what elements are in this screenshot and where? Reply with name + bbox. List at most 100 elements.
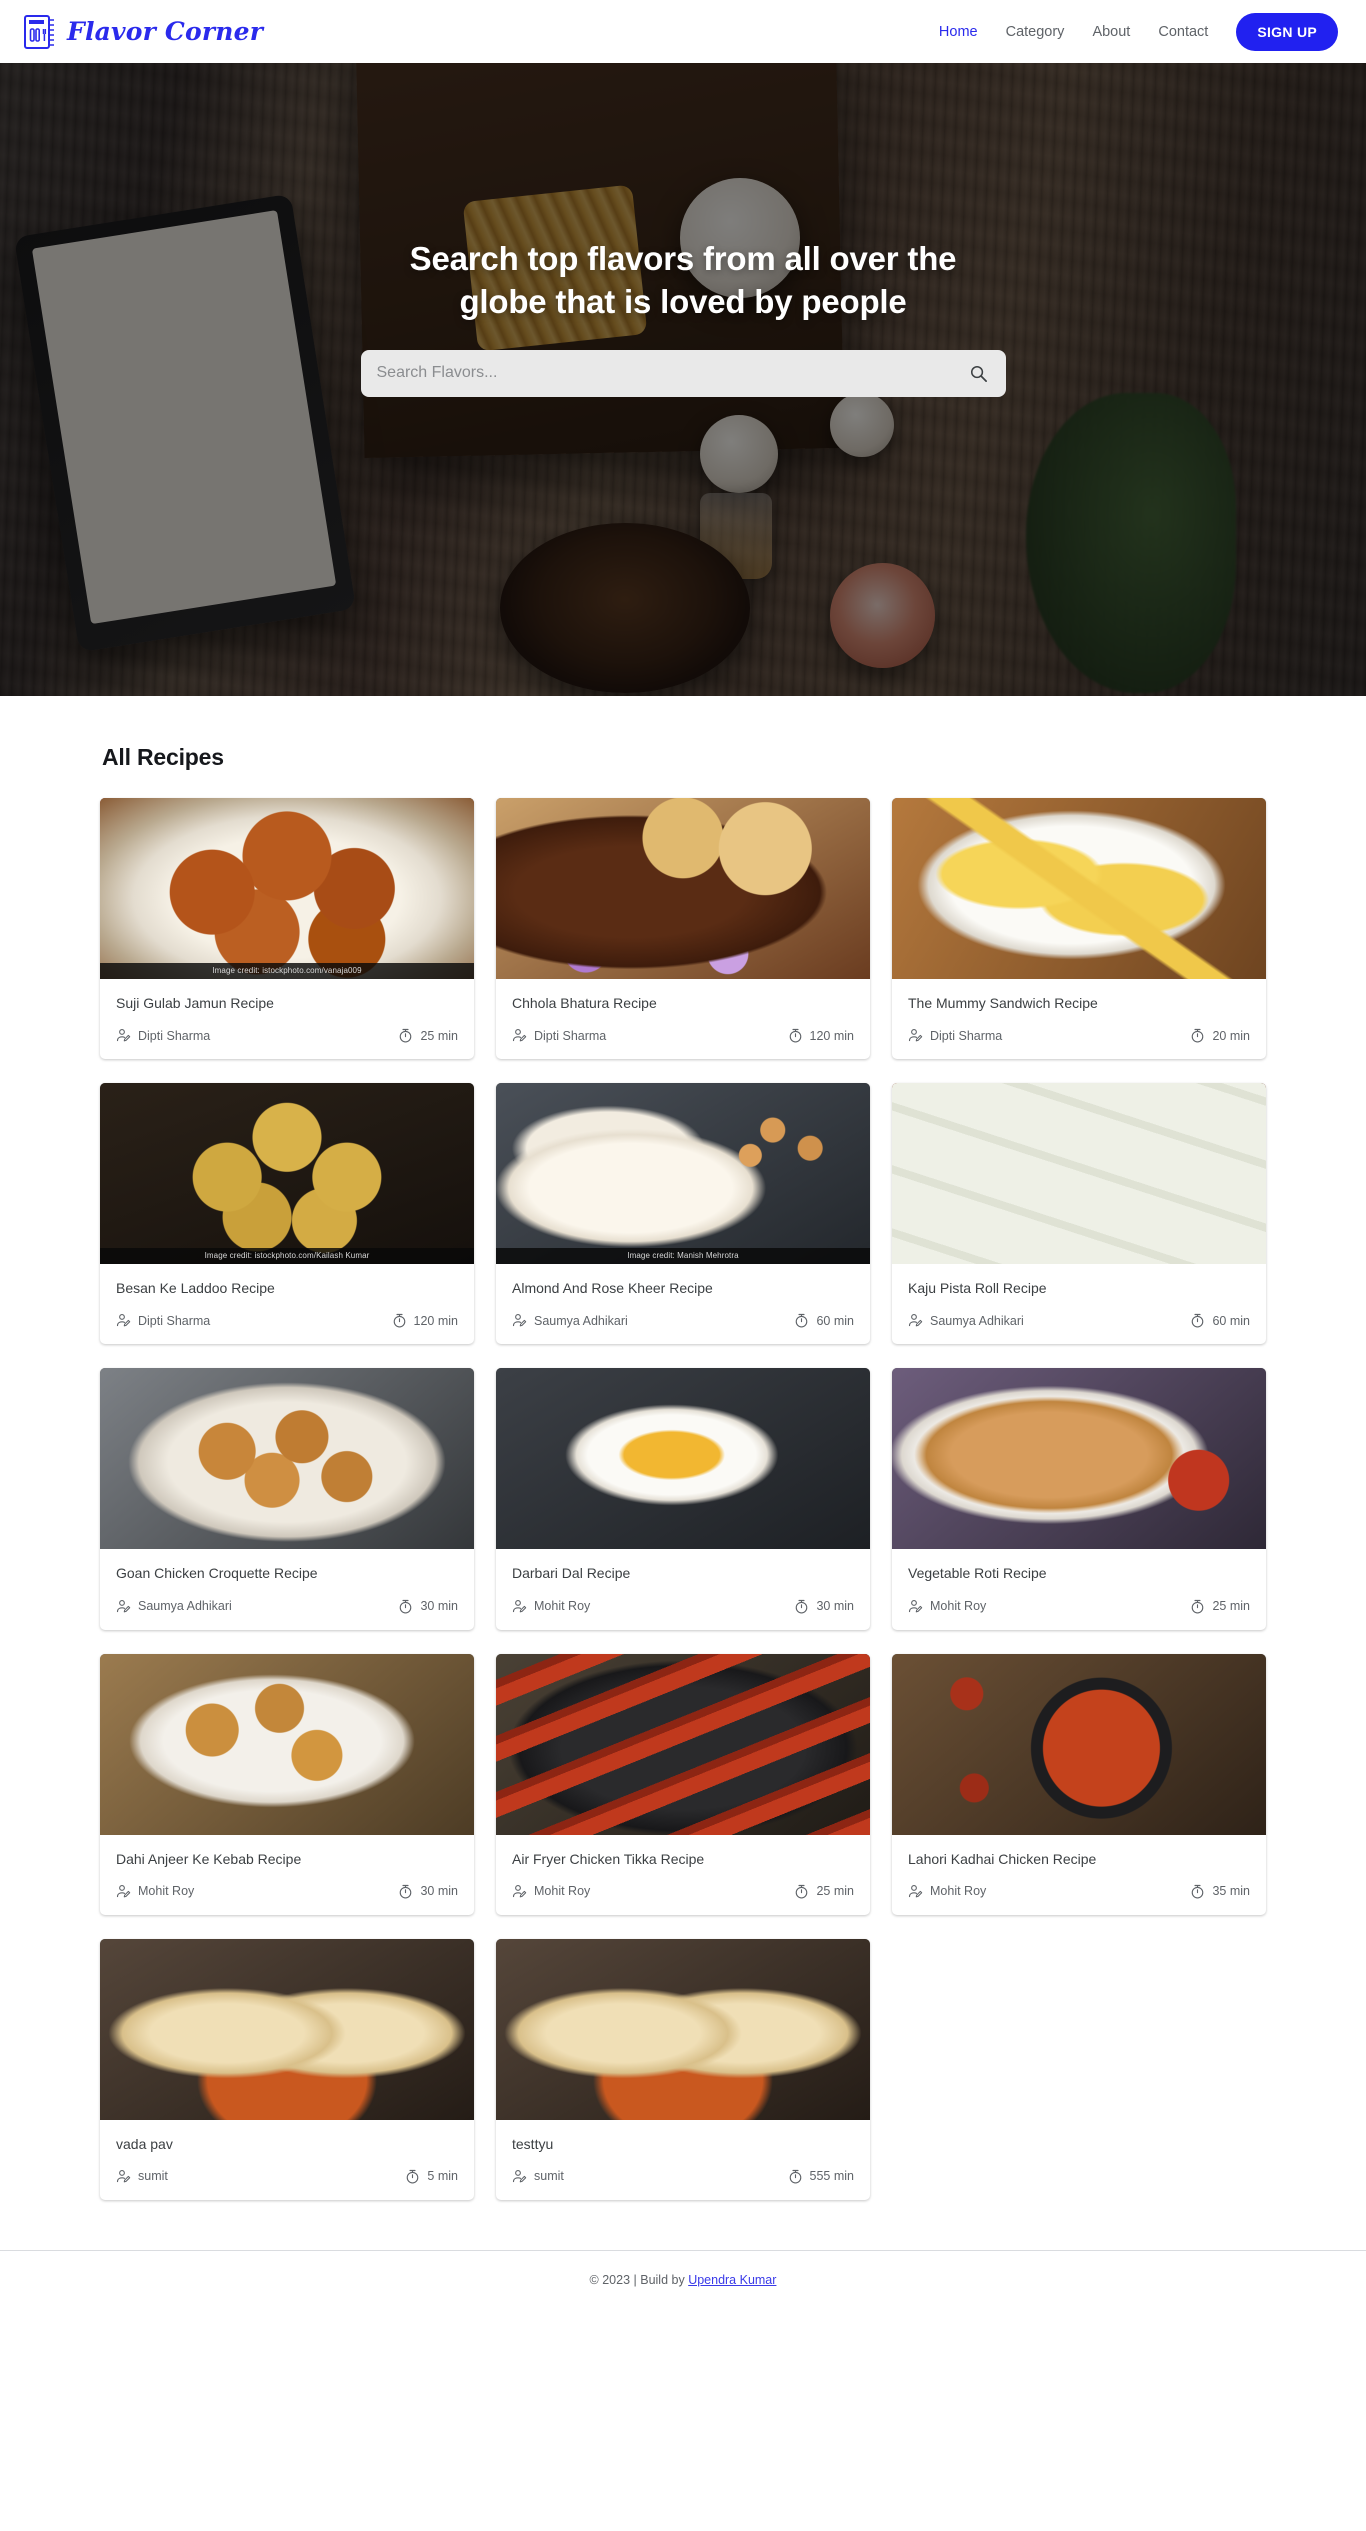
hero-banner: Search top flavors from all over the glo… (0, 63, 1366, 696)
recipe-time: 5 min (405, 2169, 458, 2184)
recipe-author: Dipti Sharma (116, 1313, 210, 1328)
recipe-image (892, 798, 1266, 979)
recipe-time: 120 min (392, 1313, 458, 1328)
person-edit-icon (116, 1029, 131, 1042)
recipe-author: Mohit Roy (512, 1599, 590, 1614)
recipe-time-value: 35 min (1212, 1884, 1250, 1899)
timer-icon (1192, 1314, 1204, 1328)
timer-icon (1192, 1884, 1204, 1899)
recipe-meta: Mohit Roy 30 min (496, 1583, 870, 1630)
recipe-card[interactable]: Air Fryer Chicken Tikka Recipe Mohit Roy 2… (496, 1653, 870, 1915)
footer-copyright-text: © 2023 | Build by (589, 2272, 689, 2287)
site-header: Flavor Corner Home Category About Contac… (0, 0, 1366, 63)
search-input[interactable] (376, 364, 969, 383)
footer-author-link[interactable]: Upendra Kumar (688, 2273, 776, 2287)
timer-icon (400, 1599, 412, 1613)
person-edit-icon (116, 1314, 131, 1327)
recipe-title: Dahi Anjeer Ke Kebab Recipe (116, 1850, 302, 1867)
recipe-author: Dipti Sharma (908, 1028, 1002, 1043)
recipe-author: Saumya Adhikari (116, 1599, 232, 1614)
recipe-card[interactable]: Chhola Bhatura Recipe Dipti Sharma 120 min (496, 798, 870, 1060)
timer-icon (796, 1314, 808, 1328)
recipe-time-value: 20 min (1212, 1028, 1250, 1043)
recipe-author-name: sumit (534, 2169, 564, 2184)
brand-logo[interactable]: Flavor Corner (24, 14, 264, 49)
nav-item-category[interactable]: Category (992, 16, 1079, 48)
recipe-card[interactable]: Kaju Pista Roll Recipe Saumya Adhikari 60 … (892, 1083, 1266, 1345)
recipe-meta: Dipti Sharma 20 min (892, 1012, 1266, 1059)
recipe-meta: Saumya Adhikari 60 min (892, 1297, 1266, 1344)
recipe-time-value: 25 min (816, 1884, 854, 1899)
recipe-book-icon (24, 14, 54, 49)
person-edit-icon (116, 1599, 131, 1612)
timer-icon (796, 1884, 808, 1899)
hero-search-bar[interactable] (360, 349, 1006, 397)
recipe-author-name: Saumya Adhikari (930, 1313, 1024, 1328)
person-edit-icon (908, 1599, 923, 1612)
recipe-card[interactable]: Vegetable Roti Recipe Mohit Roy 25 min (892, 1368, 1266, 1630)
nav-item-home[interactable]: Home (925, 16, 992, 48)
recipe-card[interactable]: vada pav sumit 5 min (100, 1938, 474, 2200)
recipe-card[interactable]: Goan Chicken Croquette Recipe Saumya Adhi… (100, 1368, 474, 1630)
recipe-title: Darbari Dal Recipe (512, 1565, 631, 1582)
recipe-author: Saumya Adhikari (908, 1313, 1024, 1328)
recipe-meta: sumit 555 min (496, 2153, 870, 2200)
recipe-meta: Saumya Adhikari 60 min (496, 1297, 870, 1344)
nav-item-contact[interactable]: Contact (1144, 16, 1222, 48)
recipe-meta: Dipti Sharma 25 min (100, 1012, 474, 1059)
timer-icon (400, 1884, 412, 1899)
person-edit-icon (512, 1029, 527, 1042)
recipe-author: sumit (512, 2169, 564, 2184)
recipe-time-value: 30 min (816, 1599, 854, 1614)
recipe-title: vada pav (116, 2135, 173, 2152)
recipe-meta: sumit 5 min (100, 2153, 474, 2200)
recipe-author: Mohit Roy (908, 1599, 986, 1614)
recipe-time-value: 25 min (1212, 1599, 1250, 1614)
recipe-time: 120 min (788, 1028, 854, 1043)
recipe-author-name: Dipti Sharma (138, 1028, 211, 1043)
timer-icon (1192, 1599, 1204, 1613)
recipe-time: 25 min (794, 1884, 854, 1899)
recipe-title: Lahori Kadhai Chicken Recipe (908, 1850, 1097, 1867)
person-edit-icon (908, 1314, 923, 1327)
recipe-title: Vegetable Roti Recipe (908, 1565, 1047, 1582)
recipe-author: Dipti Sharma (116, 1028, 210, 1043)
recipe-image (496, 1368, 870, 1550)
recipe-image (892, 1083, 1266, 1265)
recipe-card[interactable]: Image credit: Manish Mehrotra Almond And … (496, 1083, 870, 1345)
recipe-author: sumit (116, 2169, 168, 2184)
recipe-author-name: Saumya Adhikari (534, 1313, 628, 1328)
recipe-title: Goan Chicken Croquette Recipe (116, 1565, 318, 1582)
recipe-time-value: 60 min (1212, 1313, 1250, 1328)
recipe-title: Suji Gulab Jamun Recipe (116, 995, 274, 1011)
nav-item-about[interactable]: About (1078, 16, 1144, 48)
person-edit-icon (116, 1884, 131, 1898)
site-footer: © 2023 | Build by Upendra Kumar (0, 2249, 1366, 2313)
recipe-card[interactable]: testtyu sumit 555 min (496, 1938, 870, 2200)
recipe-card[interactable]: Darbari Dal Recipe Mohit Roy 30 min (496, 1368, 870, 1630)
recipe-card[interactable]: Image credit: istockphoto.com/Kailash Ku… (100, 1083, 474, 1345)
recipe-author-name: Mohit Roy (138, 1884, 195, 1899)
search-icon[interactable] (969, 364, 988, 383)
recipe-time: 25 min (398, 1028, 458, 1043)
recipe-card[interactable]: Lahori Kadhai Chicken Recipe Mohit Roy 35 … (892, 1653, 1266, 1915)
recipe-time-value: 30 min (420, 1884, 458, 1899)
hero-title: Search top flavors from all over the glo… (409, 240, 957, 320)
recipe-author-name: Dipti Sharma (930, 1028, 1003, 1043)
recipe-time: 60 min (1190, 1313, 1250, 1328)
recipe-card[interactable]: The Mummy Sandwich Recipe Dipti Sharma 20 … (892, 798, 1266, 1060)
recipe-image: Image credit: istockphoto.com/vanaja009 (100, 798, 474, 979)
recipe-image (100, 1368, 474, 1550)
recipe-time: 35 min (1190, 1884, 1250, 1899)
recipe-author-name: Mohit Roy (930, 1884, 987, 1899)
recipe-author-name: Mohit Roy (930, 1599, 987, 1614)
recipe-title: Besan Ke Laddoo Recipe (116, 1280, 275, 1297)
signup-button[interactable]: SIGN UP (1236, 12, 1338, 51)
brand-name: Flavor Corner (67, 17, 264, 46)
recipe-card[interactable]: Dahi Anjeer Ke Kebab Recipe Mohit Roy 30 m… (100, 1653, 474, 1915)
recipe-image (100, 1653, 474, 1835)
recipe-card[interactable]: Image credit: istockphoto.com/vanaja009 S… (100, 798, 474, 1060)
recipe-time-value: 5 min (427, 2169, 458, 2184)
person-edit-icon (908, 1029, 923, 1042)
recipe-title: Kaju Pista Roll Recipe (908, 1280, 1047, 1297)
